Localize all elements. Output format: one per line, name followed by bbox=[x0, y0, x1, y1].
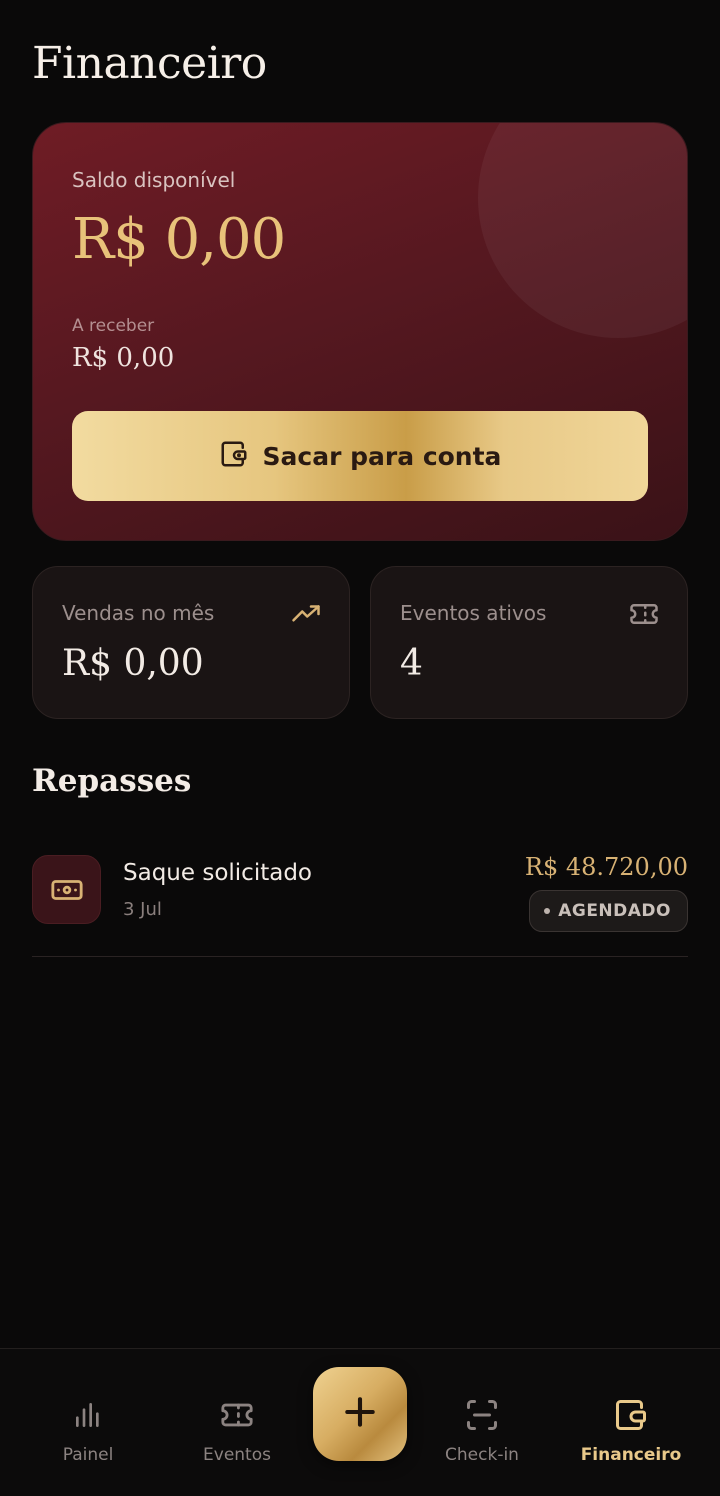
scan-icon bbox=[464, 1397, 500, 1433]
nav-item-label: Eventos bbox=[203, 1445, 271, 1465]
decorative-circle bbox=[478, 123, 687, 338]
stat-label: Vendas no mês bbox=[62, 601, 215, 625]
withdraw-button-label: Sacar para conta bbox=[262, 441, 502, 471]
balance-value: R$ 0,00 bbox=[72, 207, 286, 272]
ticket-icon bbox=[629, 599, 659, 633]
nav-item-label: Financeiro bbox=[580, 1445, 682, 1465]
status-badge: AGENDADO bbox=[529, 890, 688, 932]
balance-card: Saldo disponível R$ 0,00 A receber R$ 0,… bbox=[32, 122, 688, 541]
banknote-icon bbox=[32, 855, 101, 924]
bottom-nav: Painel Eventos Check-in Financeiro bbox=[0, 1348, 720, 1496]
receivable-label: A receber bbox=[72, 316, 155, 336]
receivable-value: R$ 0,00 bbox=[72, 343, 175, 373]
nav-item-label: Check-in bbox=[445, 1445, 519, 1465]
stat-value: 4 bbox=[400, 643, 423, 684]
withdraw-button[interactable]: Sacar para conta bbox=[72, 411, 648, 501]
stat-value: R$ 0,00 bbox=[62, 643, 204, 684]
stat-card-events: Eventos ativos 4 bbox=[370, 566, 688, 719]
add-button[interactable] bbox=[313, 1367, 407, 1461]
ticket-icon bbox=[219, 1397, 255, 1433]
transfer-title: Saque solicitado bbox=[123, 860, 312, 886]
nav-item-painel[interactable]: Painel bbox=[18, 1349, 158, 1496]
transfer-date: 3 Jul bbox=[123, 899, 162, 920]
page-title: Financeiro bbox=[32, 38, 267, 89]
wallet-icon bbox=[613, 1397, 649, 1433]
nav-item-checkin[interactable]: Check-in bbox=[412, 1349, 552, 1496]
status-badge-label: AGENDADO bbox=[558, 901, 671, 921]
balance-label: Saldo disponível bbox=[72, 168, 236, 192]
trending-up-icon bbox=[291, 599, 321, 633]
stat-label: Eventos ativos bbox=[400, 601, 547, 625]
list-item[interactable]: Saque solicitado 3 Jul R$ 48.720,00 AGEN… bbox=[32, 853, 688, 957]
nav-item-label: Painel bbox=[62, 1445, 114, 1465]
nav-item-eventos[interactable]: Eventos bbox=[167, 1349, 307, 1496]
wallet-icon bbox=[219, 439, 249, 473]
plus-icon bbox=[341, 1393, 379, 1435]
section-title-transfers: Repasses bbox=[32, 763, 192, 799]
bar-chart-icon bbox=[72, 1397, 104, 1433]
nav-item-financeiro[interactable]: Financeiro bbox=[561, 1349, 701, 1496]
stat-card-sales: Vendas no mês R$ 0,00 bbox=[32, 566, 350, 719]
status-dot bbox=[544, 908, 551, 914]
transfer-amount: R$ 48.720,00 bbox=[524, 853, 688, 881]
